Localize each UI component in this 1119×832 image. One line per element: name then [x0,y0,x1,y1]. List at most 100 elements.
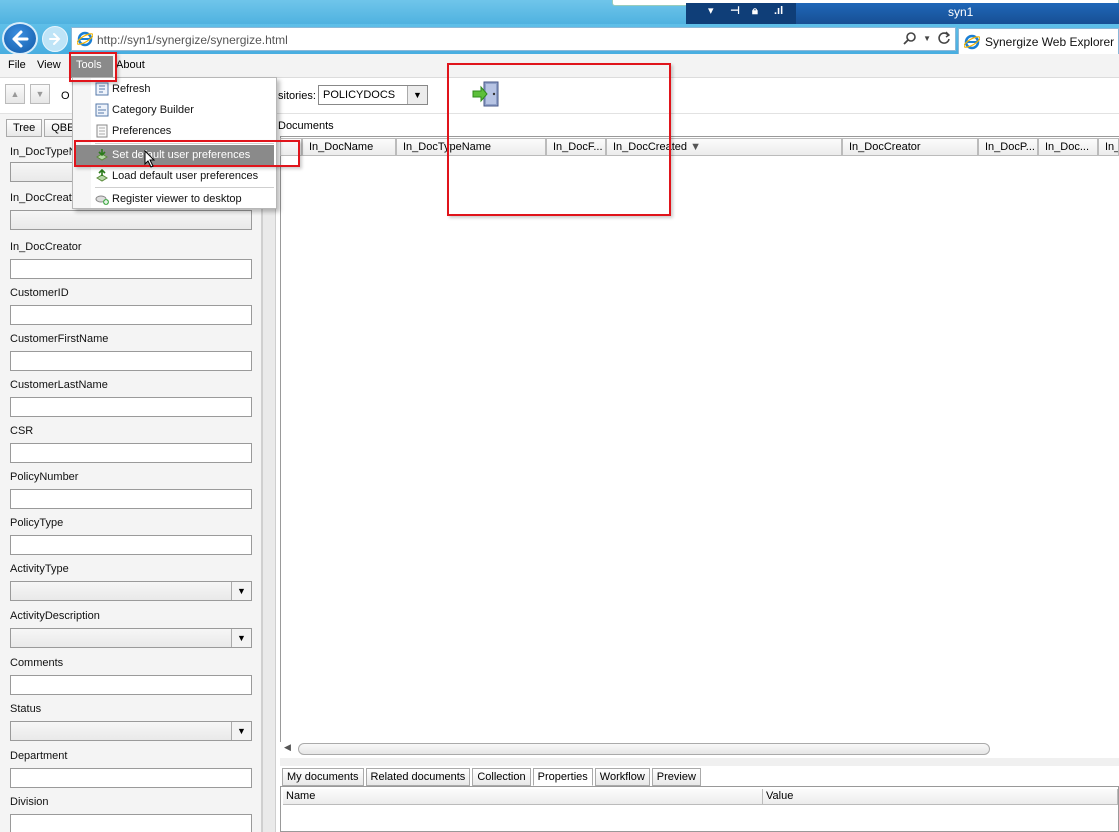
column-header[interactable]: In_ [1098,138,1119,156]
url-text[interactable]: http://syn1/synergize/synergize.html [97,33,288,47]
scroll-thumb[interactable] [298,743,990,755]
arrow-right-icon [49,33,61,45]
toolbar-partial-label: O [61,90,70,102]
preferences-icon [96,124,108,138]
sort-desc-icon: ▼ [690,141,701,153]
search-icon[interactable] [903,31,917,45]
chevron-down-icon[interactable]: ▼ [923,34,931,43]
field-label: Department [10,750,68,762]
menu-item-register-viewer[interactable]: Register viewer to desktop [75,189,274,209]
doccreator-input[interactable] [10,259,252,279]
field-label: CustomerLastName [10,379,108,391]
grid-header: In_DocName In_DocTypeName In_DocF... In_… [280,138,1119,156]
scroll-left-icon[interactable]: ◀ [284,742,291,753]
chevron-down-icon[interactable]: ▼ [231,582,251,600]
csr-input[interactable] [10,443,252,463]
menu-item-label: Refresh [112,83,151,95]
menu-item-category-builder[interactable]: Category Builder [75,100,274,120]
chevron-down-icon[interactable]: ▼ [231,629,251,647]
column-header[interactable]: In_DocName [302,138,396,156]
bottom-splitter[interactable] [280,758,1119,766]
move-up-button[interactable]: ▲ [5,84,25,104]
pin-icon[interactable]: ⊣ [730,5,740,17]
tab-preview[interactable]: Preview [651,768,701,786]
documents-title: Documents [278,120,334,132]
tab-properties[interactable]: Properties [532,768,593,786]
department-input[interactable] [10,768,252,788]
repositories-label: sitories: [278,90,316,102]
field-label: ActivityType [10,563,69,575]
policynumber-input[interactable] [10,489,252,509]
repository-select[interactable]: POLICYDOCS ▼ [318,85,428,105]
column-header-value[interactable]: Value [763,789,1118,805]
refresh-icon [95,82,109,96]
lock-icon: 🔒︎ [752,5,758,17]
forward-button[interactable] [42,26,68,52]
tab-workflow[interactable]: Workflow [594,768,650,786]
menu-item-load-default-user-preferences[interactable]: Load default user preferences [75,166,274,186]
refresh-icon[interactable] [937,31,951,45]
customerid-input[interactable] [10,305,252,325]
browser-tab-title: Synergize Web Explorer [985,35,1115,49]
triangle-up-icon: ▲ [10,89,20,99]
chevron-down-icon[interactable]: ▾ [708,5,714,17]
menu-about[interactable]: About [116,59,145,71]
activitytype-select[interactable]: ▼ [10,581,252,601]
menu-item-label: Load default user preferences [112,170,259,182]
menu-item-label: Category Builder [112,104,194,116]
properties-table[interactable]: Name Value [280,786,1119,832]
annotation-box-tools [69,52,117,82]
comments-input[interactable] [10,675,252,695]
field-label: In_DocCreat [10,192,72,204]
tab-related-documents[interactable]: Related documents [365,768,471,786]
back-button[interactable] [2,22,38,55]
move-down-button[interactable]: ▼ [30,84,50,104]
field-label: PolicyNumber [10,471,79,483]
field-label: Comments [10,657,64,669]
horizontal-scrollbar[interactable]: ◀ [284,742,994,756]
annotation-box-logout [447,63,671,216]
menu-view[interactable]: View [37,59,61,71]
tab-collection[interactable]: Collection [472,768,531,786]
menu-file[interactable]: File [8,59,26,71]
column-header-name[interactable]: Name [283,789,763,805]
policytype-input[interactable] [10,535,252,555]
chevron-down-icon[interactable]: ▼ [231,722,251,740]
category-builder-icon [95,103,109,117]
left-panel-tabs: Tree QBE [6,119,82,137]
chevron-down-icon[interactable]: ▼ [407,86,427,104]
division-input[interactable] [10,814,252,832]
field-label: Division [10,796,49,808]
mouse-pointer-icon [144,150,156,168]
column-header[interactable]: In_DocCreator [842,138,978,156]
signal-bars-icon: .ıl [774,5,784,17]
field-label: ActivityDescription [10,610,100,622]
menu-item-refresh[interactable]: Refresh [75,79,274,99]
ie-logo-icon [77,31,93,47]
field-label: CSR [10,425,34,437]
tab-tree[interactable]: Tree [6,119,43,137]
address-bar[interactable]: http://syn1/synergize/synergize.html ▼ [71,27,956,51]
column-header[interactable]: In_Doc... [1038,138,1098,156]
remote-host-name: syn1 [948,5,974,19]
menu-item-label: Register viewer to desktop [112,193,242,205]
status-select[interactable]: ▼ [10,721,252,741]
field-label: Status [10,703,42,715]
documents-grid[interactable] [280,136,1119,742]
browser-tab[interactable]: Synergize Web Explorer [958,28,1119,54]
field-label: CustomerFirstName [10,333,109,345]
customer-firstname-input[interactable] [10,351,252,371]
field-label: In_DocTypeN [10,146,77,158]
register-viewer-icon [95,195,109,205]
bottom-tabs: My documents Related documents Collectio… [282,768,701,786]
doccreated-select[interactable] [10,210,252,230]
menu-item-preferences[interactable]: Preferences [75,121,274,141]
customer-lastname-input[interactable] [10,397,252,417]
column-header[interactable]: In_DocP... [978,138,1038,156]
tab-my-documents[interactable]: My documents [282,768,364,786]
load-default-icon [96,169,108,182]
panel-splitter[interactable] [262,114,276,832]
activitydescription-select[interactable]: ▼ [10,628,252,648]
menu-item-label: Preferences [112,125,172,137]
triangle-down-icon: ▼ [35,89,45,99]
